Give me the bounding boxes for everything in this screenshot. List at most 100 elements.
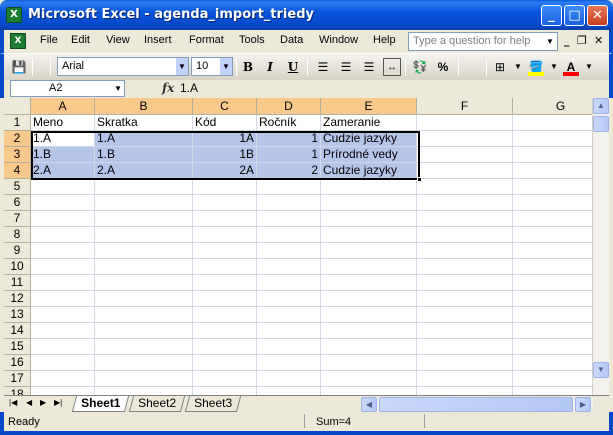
cell-C17[interactable] — [193, 371, 257, 387]
chevron-down-icon[interactable]: ▼ — [219, 58, 232, 75]
scroll-thumb-horizontal[interactable] — [379, 397, 573, 412]
cell-A5[interactable] — [31, 179, 95, 195]
cell-B12[interactable] — [95, 291, 193, 307]
cell-C3[interactable]: 1B — [193, 147, 257, 163]
cell-C2[interactable]: 1A — [193, 131, 257, 147]
cell-C10[interactable] — [193, 259, 257, 275]
menu-view[interactable]: View — [106, 34, 130, 46]
cell-E1[interactable]: Zameranie — [321, 115, 417, 131]
cell-B16[interactable] — [95, 355, 193, 371]
cell-A12[interactable] — [31, 291, 95, 307]
cell-D7[interactable] — [257, 211, 321, 227]
bold-button[interactable]: B — [239, 58, 257, 76]
row-header[interactable]: 12 — [4, 291, 31, 307]
column-header[interactable]: A — [31, 98, 95, 115]
cell-C7[interactable] — [193, 211, 257, 227]
cell-F6[interactable] — [417, 195, 513, 211]
minimize-button[interactable]: _ — [541, 5, 562, 26]
cell-E5[interactable] — [321, 179, 417, 195]
cell-F8[interactable] — [417, 227, 513, 243]
row-header[interactable]: 2 — [4, 131, 31, 147]
next-sheet-icon[interactable]: ▶ — [40, 398, 46, 407]
cell-F18[interactable] — [417, 387, 513, 395]
row-header[interactable]: 1 — [4, 115, 31, 131]
cell-D8[interactable] — [257, 227, 321, 243]
cell-F7[interactable] — [417, 211, 513, 227]
cell-F10[interactable] — [417, 259, 513, 275]
cell-C15[interactable] — [193, 339, 257, 355]
cell-B18[interactable] — [95, 387, 193, 395]
cell-E3[interactable]: Prírodné vedy — [321, 147, 417, 163]
cell-A1[interactable]: Meno — [31, 115, 95, 131]
cell-B15[interactable] — [95, 339, 193, 355]
row-header[interactable]: 6 — [4, 195, 31, 211]
scroll-up-icon[interactable]: ▲ — [593, 98, 609, 114]
cell-E18[interactable] — [321, 387, 417, 395]
cell-A17[interactable] — [31, 371, 95, 387]
cell-B3[interactable]: 1.B — [95, 147, 193, 163]
cell-F13[interactable] — [417, 307, 513, 323]
insert-function-icon[interactable]: fx — [162, 81, 174, 95]
name-box[interactable]: A2 ▼ — [10, 80, 125, 97]
font-name-select[interactable]: Arial ▼ — [57, 57, 189, 76]
cell-C18[interactable] — [193, 387, 257, 395]
align-center-icon[interactable]: ☰ — [337, 58, 355, 76]
scroll-thumb[interactable] — [593, 116, 609, 132]
menu-tools[interactable]: Tools — [239, 34, 265, 46]
row-header[interactable]: 3 — [4, 147, 31, 163]
row-header[interactable]: 14 — [4, 323, 31, 339]
row-header[interactable]: 5 — [4, 179, 31, 195]
cell-E6[interactable] — [321, 195, 417, 211]
cell-C13[interactable] — [193, 307, 257, 323]
doc-restore-icon[interactable]: ❐ — [577, 34, 587, 47]
cell-E10[interactable] — [321, 259, 417, 275]
row-header[interactable]: 10 — [4, 259, 31, 275]
column-header[interactable]: C — [193, 98, 257, 115]
menu-format[interactable]: Format — [189, 34, 224, 46]
cell-A10[interactable] — [31, 259, 95, 275]
cell-E7[interactable] — [321, 211, 417, 227]
excel-icon[interactable]: X — [6, 7, 22, 23]
scroll-right-icon[interactable]: ▶ — [575, 397, 591, 412]
menu-help[interactable]: Help — [373, 34, 396, 46]
prev-sheet-icon[interactable]: ◀ — [26, 398, 32, 407]
cell-E8[interactable] — [321, 227, 417, 243]
underline-button[interactable]: U — [284, 58, 302, 76]
cell-F4[interactable] — [417, 163, 513, 179]
cell-B4[interactable]: 2.A — [95, 163, 193, 179]
cell-B6[interactable] — [95, 195, 193, 211]
cell-D14[interactable] — [257, 323, 321, 339]
cell-A15[interactable] — [31, 339, 95, 355]
menu-window[interactable]: Window — [319, 34, 358, 46]
menu-file[interactable]: File — [40, 34, 58, 46]
cell-A8[interactable] — [31, 227, 95, 243]
chevron-down-icon[interactable]: ▼ — [509, 58, 527, 76]
cell-F16[interactable] — [417, 355, 513, 371]
menu-edit[interactable]: Edit — [71, 34, 90, 46]
cell-F1[interactable] — [417, 115, 513, 131]
scroll-down-icon[interactable]: ▼ — [593, 362, 609, 378]
cell-C8[interactable] — [193, 227, 257, 243]
row-header[interactable]: 9 — [4, 243, 31, 259]
cell-F12[interactable] — [417, 291, 513, 307]
column-header[interactable]: B — [95, 98, 193, 115]
cell-D13[interactable] — [257, 307, 321, 323]
cell-A11[interactable] — [31, 275, 95, 291]
chevron-down-icon[interactable]: ▼ — [175, 58, 188, 75]
menu-insert[interactable]: Insert — [144, 34, 172, 46]
chevron-down-icon[interactable]: ▼ — [580, 58, 598, 76]
select-all-button[interactable] — [4, 98, 31, 115]
cell-B2[interactable]: 1.A — [95, 131, 193, 147]
row-header[interactable]: 15 — [4, 339, 31, 355]
cell-E16[interactable] — [321, 355, 417, 371]
cell-B13[interactable] — [95, 307, 193, 323]
percent-button[interactable]: % — [434, 58, 452, 76]
cell-D9[interactable] — [257, 243, 321, 259]
cell-E9[interactable] — [321, 243, 417, 259]
cell-F5[interactable] — [417, 179, 513, 195]
fill-color-icon[interactable]: 🪣 — [527, 58, 545, 76]
cell-E2[interactable]: Cudzie jazyky — [321, 131, 417, 147]
cell-F14[interactable] — [417, 323, 513, 339]
cell-D11[interactable] — [257, 275, 321, 291]
column-header[interactable]: F — [417, 98, 513, 115]
